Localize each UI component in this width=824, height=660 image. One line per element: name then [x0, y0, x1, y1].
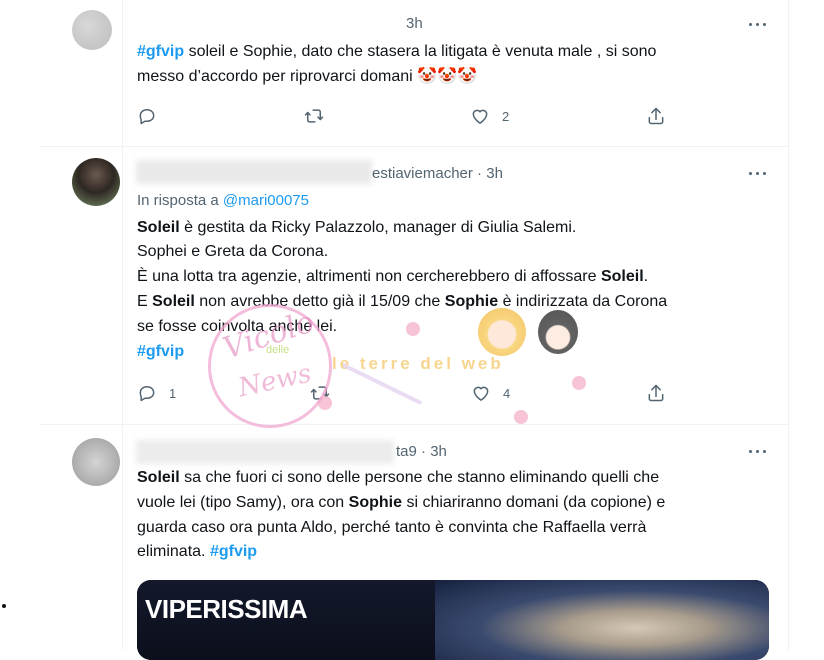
page-margin-dot [2, 604, 6, 608]
tweet-text-line: Sophei e Greta da Corona. [137, 243, 329, 260]
tweet-header[interactable]: ta9 · 3h [396, 443, 447, 460]
tweet-text: soleil e Sophie, dato che stasera la lit… [184, 43, 657, 60]
like-count: 4 [503, 385, 511, 401]
paw-icon [406, 322, 420, 336]
tweet-header[interactable]: estiaviemacher · 3h [372, 165, 503, 182]
mention-link[interactable]: @mari00075 [223, 192, 309, 209]
clown-emoji: 🤡🤡🤡 [417, 68, 477, 85]
watermark-text: News [235, 358, 315, 404]
more-icon[interactable] [747, 14, 769, 34]
tweet-text: è indirizzata da Corona [498, 293, 668, 310]
avatar[interactable] [72, 10, 112, 50]
like-icon [473, 386, 489, 401]
tweet-text: sa che fuori ci sono delle persone che s… [179, 469, 660, 486]
tweet-text-line: E Soleil non avrebbe detto già il 15/09 … [137, 290, 667, 315]
bold-sophie: Sophie [444, 293, 499, 310]
reply-button[interactable] [137, 106, 157, 126]
doll-icon [538, 310, 578, 354]
tweet-text: eliminata. [137, 543, 206, 560]
tweet-text-line: vuole lei (tipo Samy), ora con Sophie si… [137, 491, 665, 516]
tweet-text: non avrebbe detto già il 15/09 che [194, 293, 445, 310]
tweet-text-line: È una lotta tra agenzie, altrimenti non … [137, 265, 648, 290]
tweet-text-line: Soleil è gestita da Ricky Palazzolo, man… [137, 216, 576, 241]
like-button[interactable]: 2 [470, 106, 509, 126]
tweet-text-line: guarda caso ora punta Aldo, perché tanto… [137, 519, 647, 536]
hashtag-link[interactable]: #gfvip [210, 543, 257, 560]
bold-soleil: Soleil [152, 293, 195, 310]
doll-icon [478, 308, 526, 356]
tweet-text-line: eliminata. #gfvip [137, 540, 257, 565]
retweet-icon [310, 386, 330, 400]
paw-icon [572, 376, 586, 390]
tweet-text-line: se fosse coinvolta anche lei. [137, 318, 338, 335]
bold-soleil: Soleil [137, 469, 180, 486]
redacted-username [136, 440, 394, 464]
reply-count: 1 [169, 385, 177, 401]
paw-icon [514, 410, 528, 424]
bold-sophie: Sophie [348, 494, 402, 511]
tweet-text: è gestita da Ricky Palazzolo, manager di… [179, 219, 577, 236]
like-button[interactable]: 4 [471, 383, 510, 403]
like-icon [472, 109, 488, 124]
avatar[interactable] [72, 438, 120, 486]
author-handle: estiaviemacher [372, 165, 473, 182]
timestamp-text: 3h [406, 15, 423, 32]
share-button[interactable] [646, 383, 666, 403]
retweet-icon [304, 109, 324, 123]
tweet-text: È una lotta tra agenzie, altrimenti non … [137, 268, 601, 285]
retweet-button[interactable] [304, 106, 324, 126]
timestamp-text: 3h [430, 443, 447, 460]
tweet-timestamp[interactable]: 3h [406, 15, 423, 32]
reply-button[interactable]: 1 [137, 383, 176, 403]
tweet-text: E [137, 293, 153, 310]
tweet-text: messo d’accordo per riprovarci domani [137, 68, 413, 85]
bold-soleil: Soleil [137, 219, 180, 236]
media-caption: VIPERISSIMA [145, 594, 308, 624]
like-count: 2 [502, 108, 510, 124]
tweet-text: . [643, 268, 649, 285]
share-icon [648, 107, 664, 125]
bold-soleil: Soleil [600, 268, 644, 285]
timeline-right-border [788, 0, 789, 650]
avatar[interactable] [72, 158, 120, 206]
tweet-media-image[interactable]: VIPERISSIMA [137, 580, 769, 660]
tweet-text: si chiariranno domani (da copione) e [402, 494, 666, 511]
timestamp-text: 3h [486, 165, 503, 182]
more-icon[interactable] [747, 163, 769, 183]
tweet-text-line: Soleil sa che fuori ci sono delle person… [137, 466, 659, 491]
hashtag-link[interactable]: #gfvip [137, 43, 184, 60]
tweet-text: vuole lei (tipo Samy), ora con [137, 494, 349, 511]
author-handle: ta9 [396, 443, 417, 460]
more-icon[interactable] [747, 441, 769, 461]
tweet-separator [40, 424, 788, 425]
watermark-text: le terre del web [332, 354, 504, 373]
tweet-separator [40, 146, 788, 147]
share-button[interactable] [646, 106, 666, 126]
share-icon [648, 384, 664, 402]
hashtag-link[interactable]: #gfvip [137, 343, 184, 360]
tweet-text-line: #gfvip [137, 340, 184, 365]
retweet-button[interactable] [310, 383, 330, 403]
reply-prefix: In risposta a [137, 192, 219, 209]
watermark-text: delle [266, 344, 290, 356]
redacted-username [136, 160, 372, 184]
reply-icon [139, 109, 155, 125]
tweet-text-line: messo d’accordo per riprovarci domani 🤡🤡… [137, 65, 477, 90]
watermark-wand [341, 362, 423, 406]
media-dark-panel: VIPERISSIMA [137, 580, 435, 660]
redacted-username [128, 10, 398, 36]
media-photo [435, 580, 769, 660]
reply-context: In risposta a @mari00075 [137, 192, 309, 209]
tweet-text-line: #gfvip soleil e Sophie, dato che stasera… [137, 40, 656, 65]
reply-icon [139, 386, 155, 402]
timeline-left-border [122, 0, 123, 650]
